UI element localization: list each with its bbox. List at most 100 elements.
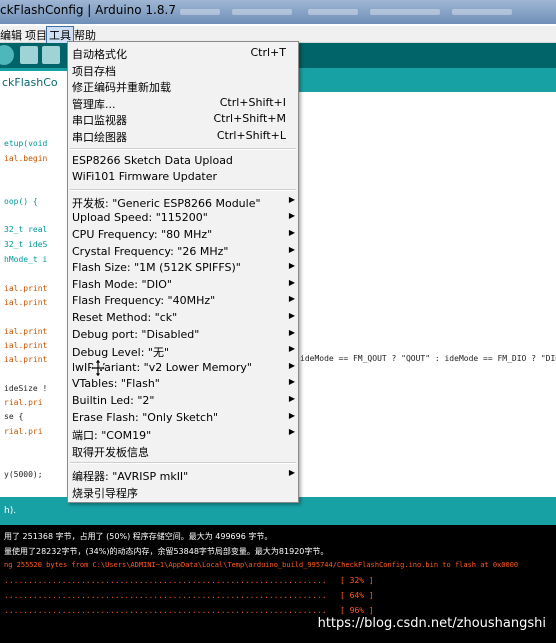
menu-item[interactable]: Flash Mode: "DIO" ▶ — [68, 277, 298, 293]
menu-item-label: 烧录引导程序 — [72, 487, 138, 500]
new-sketch-icon[interactable] — [20, 46, 38, 64]
menu-item-label: Upload Speed: "115200" — [72, 211, 208, 225]
menu-item-label: Flash Frequency: "40MHz" — [72, 294, 216, 308]
submenu-arrow-icon: ▶ — [288, 244, 295, 254]
menu-item-label: Builtin Led: "2" — [72, 394, 155, 407]
submenu-arrow-icon: ▶ — [288, 427, 295, 437]
menu-item-label: ESP8266 Sketch Data Upload — [72, 153, 233, 167]
menu-item-label: 取得开发板信息 — [72, 445, 149, 459]
menu-item-label: 管理库... — [72, 97, 116, 111]
menu-item[interactable]: 开发板: "Generic ESP8266 Module" ▶ — [68, 194, 298, 210]
upload-button[interactable] — [0, 45, 14, 65]
code-line: ial.print — [4, 355, 48, 364]
menu-item[interactable]: 烧录引导程序 — [68, 484, 298, 500]
menu-item-label: Crystal Frequency: "26 MHz" — [72, 244, 229, 258]
code-line: 32_t ideS — [4, 240, 48, 249]
menu-item-label: CPU Frequency: "80 MHz" — [72, 228, 213, 241]
menu-project[interactable]: 项目 — [25, 27, 47, 43]
code-line: rial.pri — [4, 427, 43, 436]
menu-item[interactable]: 管理库... Ctrl+Shift+I — [68, 95, 298, 111]
submenu-arrow-icon: ▶ — [288, 194, 295, 204]
console-progress-dots: ........................................… — [4, 606, 327, 615]
code-line: y(5000); — [4, 470, 43, 479]
code-line: hMode_t i — [4, 255, 48, 264]
code-line: 32_t real — [4, 225, 48, 234]
menu-item-label: 修正编码并重新加载 — [72, 81, 171, 95]
menu-item[interactable]: Builtin Led: "2" ▶ — [68, 393, 298, 409]
console-progress-dots: ........................................… — [4, 576, 327, 585]
menu-item[interactable]: Flash Frequency: "40MHz" ▶ — [68, 293, 298, 309]
menu-item-shortcut: Ctrl+Shift+I — [219, 95, 286, 109]
menu-item-label: VTables: "Flash" — [72, 377, 160, 391]
blurred-text — [452, 9, 512, 15]
code-line: oop() { — [4, 197, 38, 206]
menu-item[interactable]: WiFi101 Firmware Updater — [68, 169, 298, 185]
menu-edit[interactable]: 编辑 — [0, 27, 22, 43]
menu-item[interactable]: VTables: "Flash" ▶ — [68, 376, 298, 392]
menu-item[interactable]: 编程器: "AVRISP mkII" ▶ — [68, 467, 298, 483]
menu-item-label: Debug Level: "无" — [72, 346, 170, 360]
code-line: rial.pri — [4, 398, 43, 407]
menu-item[interactable]: 修正编码并重新加载 — [68, 78, 298, 94]
menu-item[interactable]: 串口监视器 Ctrl+Shift+M — [68, 111, 298, 127]
submenu-arrow-icon: ▶ — [288, 261, 295, 271]
menu-item[interactable]: 端口: "COM19" ▶ — [68, 426, 298, 442]
code-line: ial.print — [4, 298, 48, 307]
tools-menu-dropdown: 自动格式化 Ctrl+T 项目存档修正编码并重新加载 管理库... Ctrl+Shift… — [67, 41, 299, 503]
console-line: ng 255520 bytes from C:\Users\ADMINI~1\A… — [4, 561, 519, 569]
submenu-arrow-icon: ▶ — [288, 360, 295, 370]
menu-item[interactable]: Flash Size: "1M (512K SPIFFS)" ▶ — [68, 260, 298, 276]
submenu-arrow-icon: ▶ — [288, 468, 295, 478]
title-bar: ckFlashConfig | Arduino 1.8.7 — [0, 0, 556, 24]
menu-item[interactable]: 取得开发板信息 — [68, 443, 298, 459]
menu-item-label: Erase Flash: "Only Sketch" — [72, 410, 219, 424]
menu-separator — [70, 462, 296, 465]
code-line-continuation: ideMode == FM_QOUT ? "QOUT" : ideMode ==… — [300, 354, 556, 363]
menu-item[interactable]: 串口绘图器 Ctrl+Shift+L — [68, 128, 298, 144]
window-title: ckFlashConfig | Arduino 1.8.7 — [0, 3, 176, 17]
menu-item-shortcut: Ctrl+T — [250, 46, 286, 59]
code-line: ideSize ! — [4, 384, 48, 393]
submenu-arrow-icon: ▶ — [288, 344, 295, 354]
menu-item-label: Flash Size: "1M (512K SPIFFS)" — [72, 261, 241, 275]
menu-item-label: 串口绘图器 — [72, 131, 127, 144]
console-line: 量使用了28232字节，(34%)的动态内存，余留53848字节局部变量。最大为… — [4, 547, 329, 556]
menu-item[interactable]: CPU Frequency: "80 MHz" ▶ — [68, 227, 298, 243]
menu-item[interactable]: ESP8266 Sketch Data Upload — [68, 153, 298, 169]
code-line: ial.print — [4, 341, 48, 350]
menu-separator — [70, 147, 296, 150]
menu-item-label: Flash Mode: "DIO" — [72, 277, 172, 291]
menu-item[interactable]: 项目存档 — [68, 62, 298, 78]
menu-item-label: 自动格式化 — [72, 48, 127, 61]
blurred-text — [232, 9, 292, 15]
menu-separator — [70, 188, 296, 191]
menu-item[interactable]: Debug port: "Disabled" ▶ — [68, 327, 298, 343]
open-icon[interactable] — [42, 46, 60, 64]
menu-item[interactable]: Upload Speed: "115200" ▶ — [68, 210, 298, 226]
submenu-arrow-icon: ▶ — [288, 277, 295, 287]
submenu-arrow-icon: ▶ — [288, 294, 295, 304]
menu-item-label: 开发板: "Generic ESP8266 Module" — [72, 196, 261, 210]
submenu-arrow-icon: ▶ — [288, 410, 295, 420]
submenu-arrow-icon: ▶ — [288, 377, 295, 387]
submenu-arrow-icon: ▶ — [288, 311, 295, 320]
submenu-arrow-icon: ▶ — [288, 327, 295, 337]
console-line: 用了 251368 字节，占用了 (50%) 程序存储空间。最大为 499696… — [4, 532, 273, 541]
menu-item[interactable]: Reset Method: "ck" ▶ — [68, 310, 298, 326]
menu-item[interactable]: Erase Flash: "Only Sketch" ▶ — [68, 410, 298, 426]
menu-item[interactable]: 自动格式化 Ctrl+T — [68, 45, 298, 61]
menu-item-label: 项目存档 — [72, 64, 116, 78]
menu-item[interactable]: Debug Level: "无" ▶ — [68, 343, 298, 359]
code-line: se { — [4, 412, 24, 421]
menu-item-shortcut: Ctrl+Shift+M — [213, 112, 287, 126]
move-cursor-icon — [91, 359, 105, 377]
menu-item-label: Debug port: "Disabled" — [72, 327, 200, 341]
sketch-tab-label: ckFlashCo — [2, 76, 58, 89]
console-progress: [ 64% ] — [340, 591, 374, 600]
sketch-tab[interactable]: ckFlashCo — [0, 71, 70, 92]
menu-item[interactable]: Crystal Frequency: "26 MHz" ▶ — [68, 244, 298, 260]
code-line: ial.begin — [4, 154, 48, 163]
submenu-arrow-icon: ▶ — [288, 228, 295, 237]
menu-item-label: Reset Method: "ck" — [72, 311, 178, 324]
submenu-arrow-icon: ▶ — [288, 211, 295, 221]
